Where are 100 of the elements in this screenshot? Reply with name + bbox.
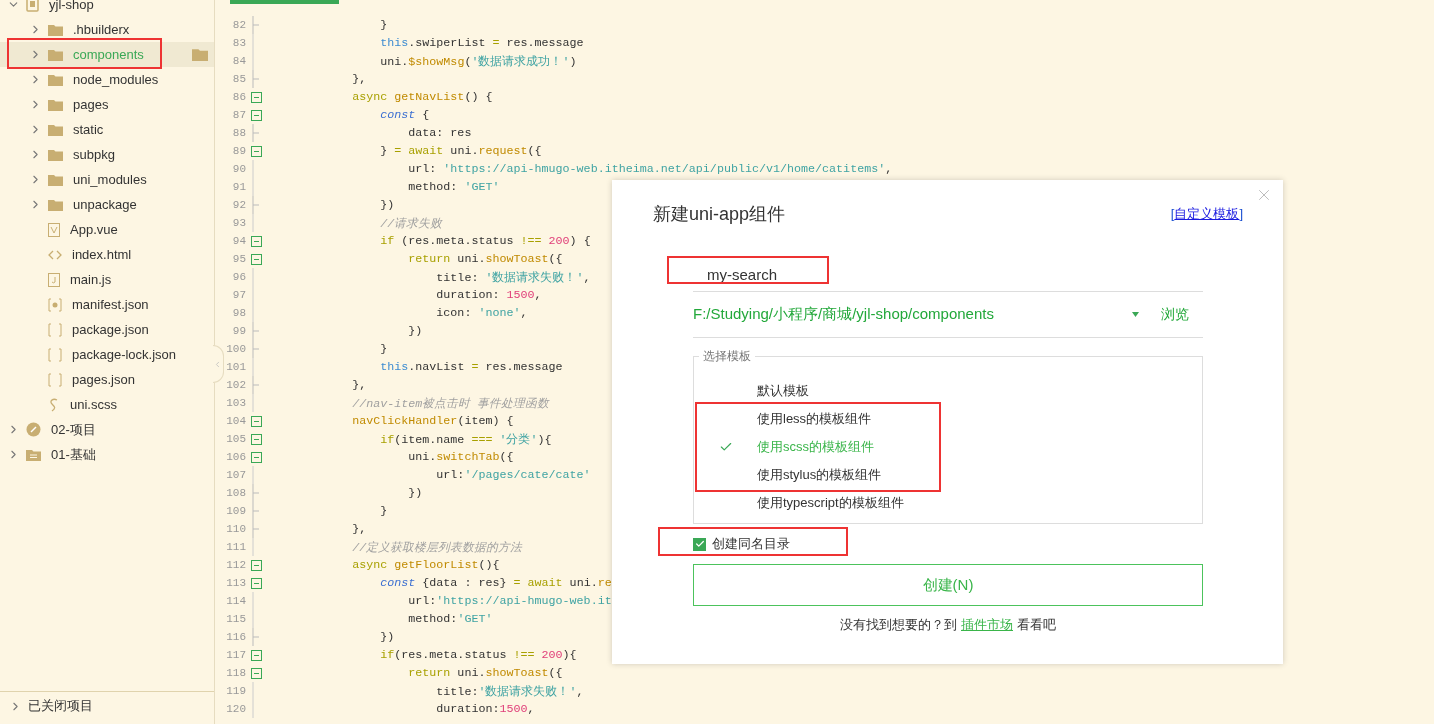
tree-item[interactable]: uni_modules [0, 167, 214, 192]
template-option[interactable]: 使用less的模板组件 [694, 405, 1202, 433]
folder-icon [48, 123, 63, 136]
tree-item[interactable]: node_modules [0, 67, 214, 92]
fold-icon[interactable] [250, 559, 262, 571]
sass-icon [48, 397, 60, 412]
folder-icon[interactable] [192, 48, 208, 61]
line-number: 106 [226, 451, 246, 463]
template-option[interactable]: 使用typescript的模板组件 [694, 489, 1202, 517]
tree-item[interactable]: .hbuilderx [0, 17, 214, 42]
line-number: 117 [226, 649, 246, 661]
code-line: async getNavList() { [351, 90, 493, 104]
line-number: 120 [226, 703, 246, 715]
code-line: } [379, 18, 388, 32]
fold-icon[interactable] [250, 577, 262, 589]
line-number: 99 [231, 325, 246, 337]
line-number: 87 [231, 109, 246, 121]
collapse-handle[interactable] [213, 345, 224, 383]
code-line: } [379, 342, 388, 356]
footer-text: 没有找到想要的？到 插件市场 看看吧 [839, 616, 1057, 634]
settings-file-icon [48, 297, 62, 312]
code-line: //请求失败 [379, 215, 443, 231]
tree-item[interactable]: subpkg [0, 142, 214, 167]
name-field[interactable]: my-search [705, 264, 1009, 284]
line-number: 108 [226, 487, 246, 499]
line-number: 101 [226, 361, 246, 373]
line-number: 115 [226, 613, 246, 625]
line-number: 92 [231, 199, 246, 211]
project-icon [26, 422, 41, 437]
line-number: 86 [231, 91, 246, 103]
checkbox-label[interactable]: 创建同名目录 [712, 535, 790, 553]
fold-icon[interactable] [250, 649, 262, 661]
template-option[interactable]: 默认模板 [694, 377, 1202, 405]
group-legend: 选择模板 [699, 348, 755, 365]
brackets-icon [48, 372, 62, 387]
folder-icon [48, 48, 63, 61]
code-line: return uni.showToast({ [407, 666, 563, 680]
code-line: method:'GET' [407, 612, 493, 626]
tree-item[interactable]: 02-项目 [0, 417, 214, 442]
line-number: 89 [231, 145, 246, 157]
line-number: 110 [226, 523, 246, 535]
tree-item[interactable]: App.vue [0, 217, 214, 242]
code-line: if(res.meta.status !== 200){ [379, 648, 577, 662]
tree-item[interactable]: 01-基础 [0, 442, 214, 467]
fold-icon[interactable] [250, 433, 262, 445]
fold-icon[interactable] [250, 235, 262, 247]
tree-item[interactable]: package.json [0, 317, 214, 342]
line-number: 100 [226, 343, 246, 355]
line-number: 83 [231, 37, 246, 49]
tree-item[interactable]: unpackage [0, 192, 214, 217]
tree-item[interactable]: uni.scss [0, 392, 214, 417]
custom-template-link[interactable]: [自定义模板] [1170, 205, 1243, 223]
code-line: title: '数据请求失败！', [435, 269, 591, 285]
brackets-icon [48, 347, 62, 362]
dropdown-caret-icon[interactable] [1132, 312, 1139, 317]
line-number: 105 [226, 433, 246, 445]
line-number: 82 [231, 19, 246, 31]
folder-icon [48, 148, 63, 161]
code-line: const {data : res} = await uni.re [379, 576, 612, 590]
template-option[interactable]: 使用stylus的模板组件 [694, 461, 1202, 489]
tree-item[interactable]: main.js [0, 267, 214, 292]
checkbox[interactable] [693, 537, 706, 551]
line-number: 111 [226, 541, 246, 553]
folder-icon [26, 448, 41, 461]
line-number: 93 [231, 217, 246, 229]
code-line: }) [379, 198, 395, 212]
fold-icon[interactable] [250, 667, 262, 679]
fold-icon[interactable] [250, 91, 262, 103]
fold-icon[interactable] [250, 145, 262, 157]
brackets-icon [48, 322, 62, 337]
fold-end-icon [252, 376, 260, 394]
code-line: duration: 1500, [435, 288, 542, 302]
code-line: }) [379, 630, 395, 644]
tree-item[interactable]: pages.json [0, 367, 214, 392]
code-line: }, [351, 378, 367, 392]
line-number: 102 [226, 379, 246, 391]
code-line: //定义获取楼层列表数据的方法 [351, 539, 523, 555]
dialog-title: 新建uni-app组件 [653, 203, 786, 226]
line-number: 107 [226, 469, 246, 481]
code-line: url: 'https://api-hmugo-web.itheima.net/api/public/v1/home/catitems', [407, 162, 893, 176]
code-line: this.navList = res.message [379, 360, 563, 374]
fold-icon[interactable] [250, 415, 262, 427]
tree-item[interactable]: index.html [0, 242, 214, 267]
folder-icon [48, 73, 63, 86]
fold-icon[interactable] [250, 109, 262, 121]
tree-item[interactable]: static [0, 117, 214, 142]
line-number: 96 [231, 271, 246, 283]
line-number: 90 [231, 163, 246, 175]
fold-icon[interactable] [250, 253, 262, 265]
tree-item[interactable]: package-lock.json [0, 342, 214, 367]
fold-icon[interactable] [250, 451, 262, 463]
code-line: duration:1500, [435, 702, 535, 716]
closed-projects[interactable]: 已关闭项目 [0, 691, 214, 720]
tree-item[interactable]: yjl-shop [0, 0, 214, 17]
line-number: 103 [226, 397, 246, 409]
check-icon [718, 440, 733, 454]
tree-item[interactable]: manifest.json [0, 292, 214, 317]
tree-item[interactable]: pages [0, 92, 214, 117]
code-line: } [379, 504, 388, 518]
code-line: data: res [407, 126, 472, 140]
